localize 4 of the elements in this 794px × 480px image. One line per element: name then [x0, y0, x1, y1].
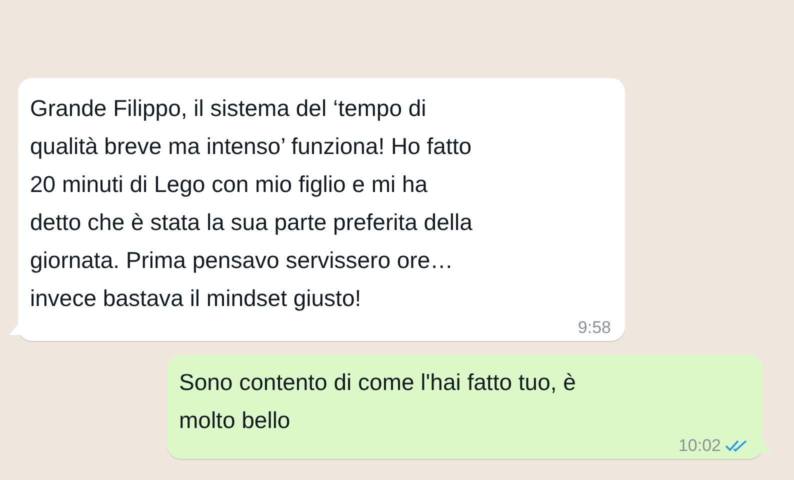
message-time: 9:58 — [578, 318, 611, 338]
message-text: Grande Filippo, il sistema del ‘tempo di qualità breve ma intenso’ funziona! Ho fatto 20 minuti di Lego con mio figlio e mi ha detto che è stata la sua parte preferita della giornata. Prima pensavo servissero ore… invece bastava il mindset giusto! — [30, 94, 472, 313]
message-time: 10:02 — [678, 436, 721, 456]
message-text: Sono contento di come l'hai fatto tuo, è molto bello — [179, 368, 576, 435]
